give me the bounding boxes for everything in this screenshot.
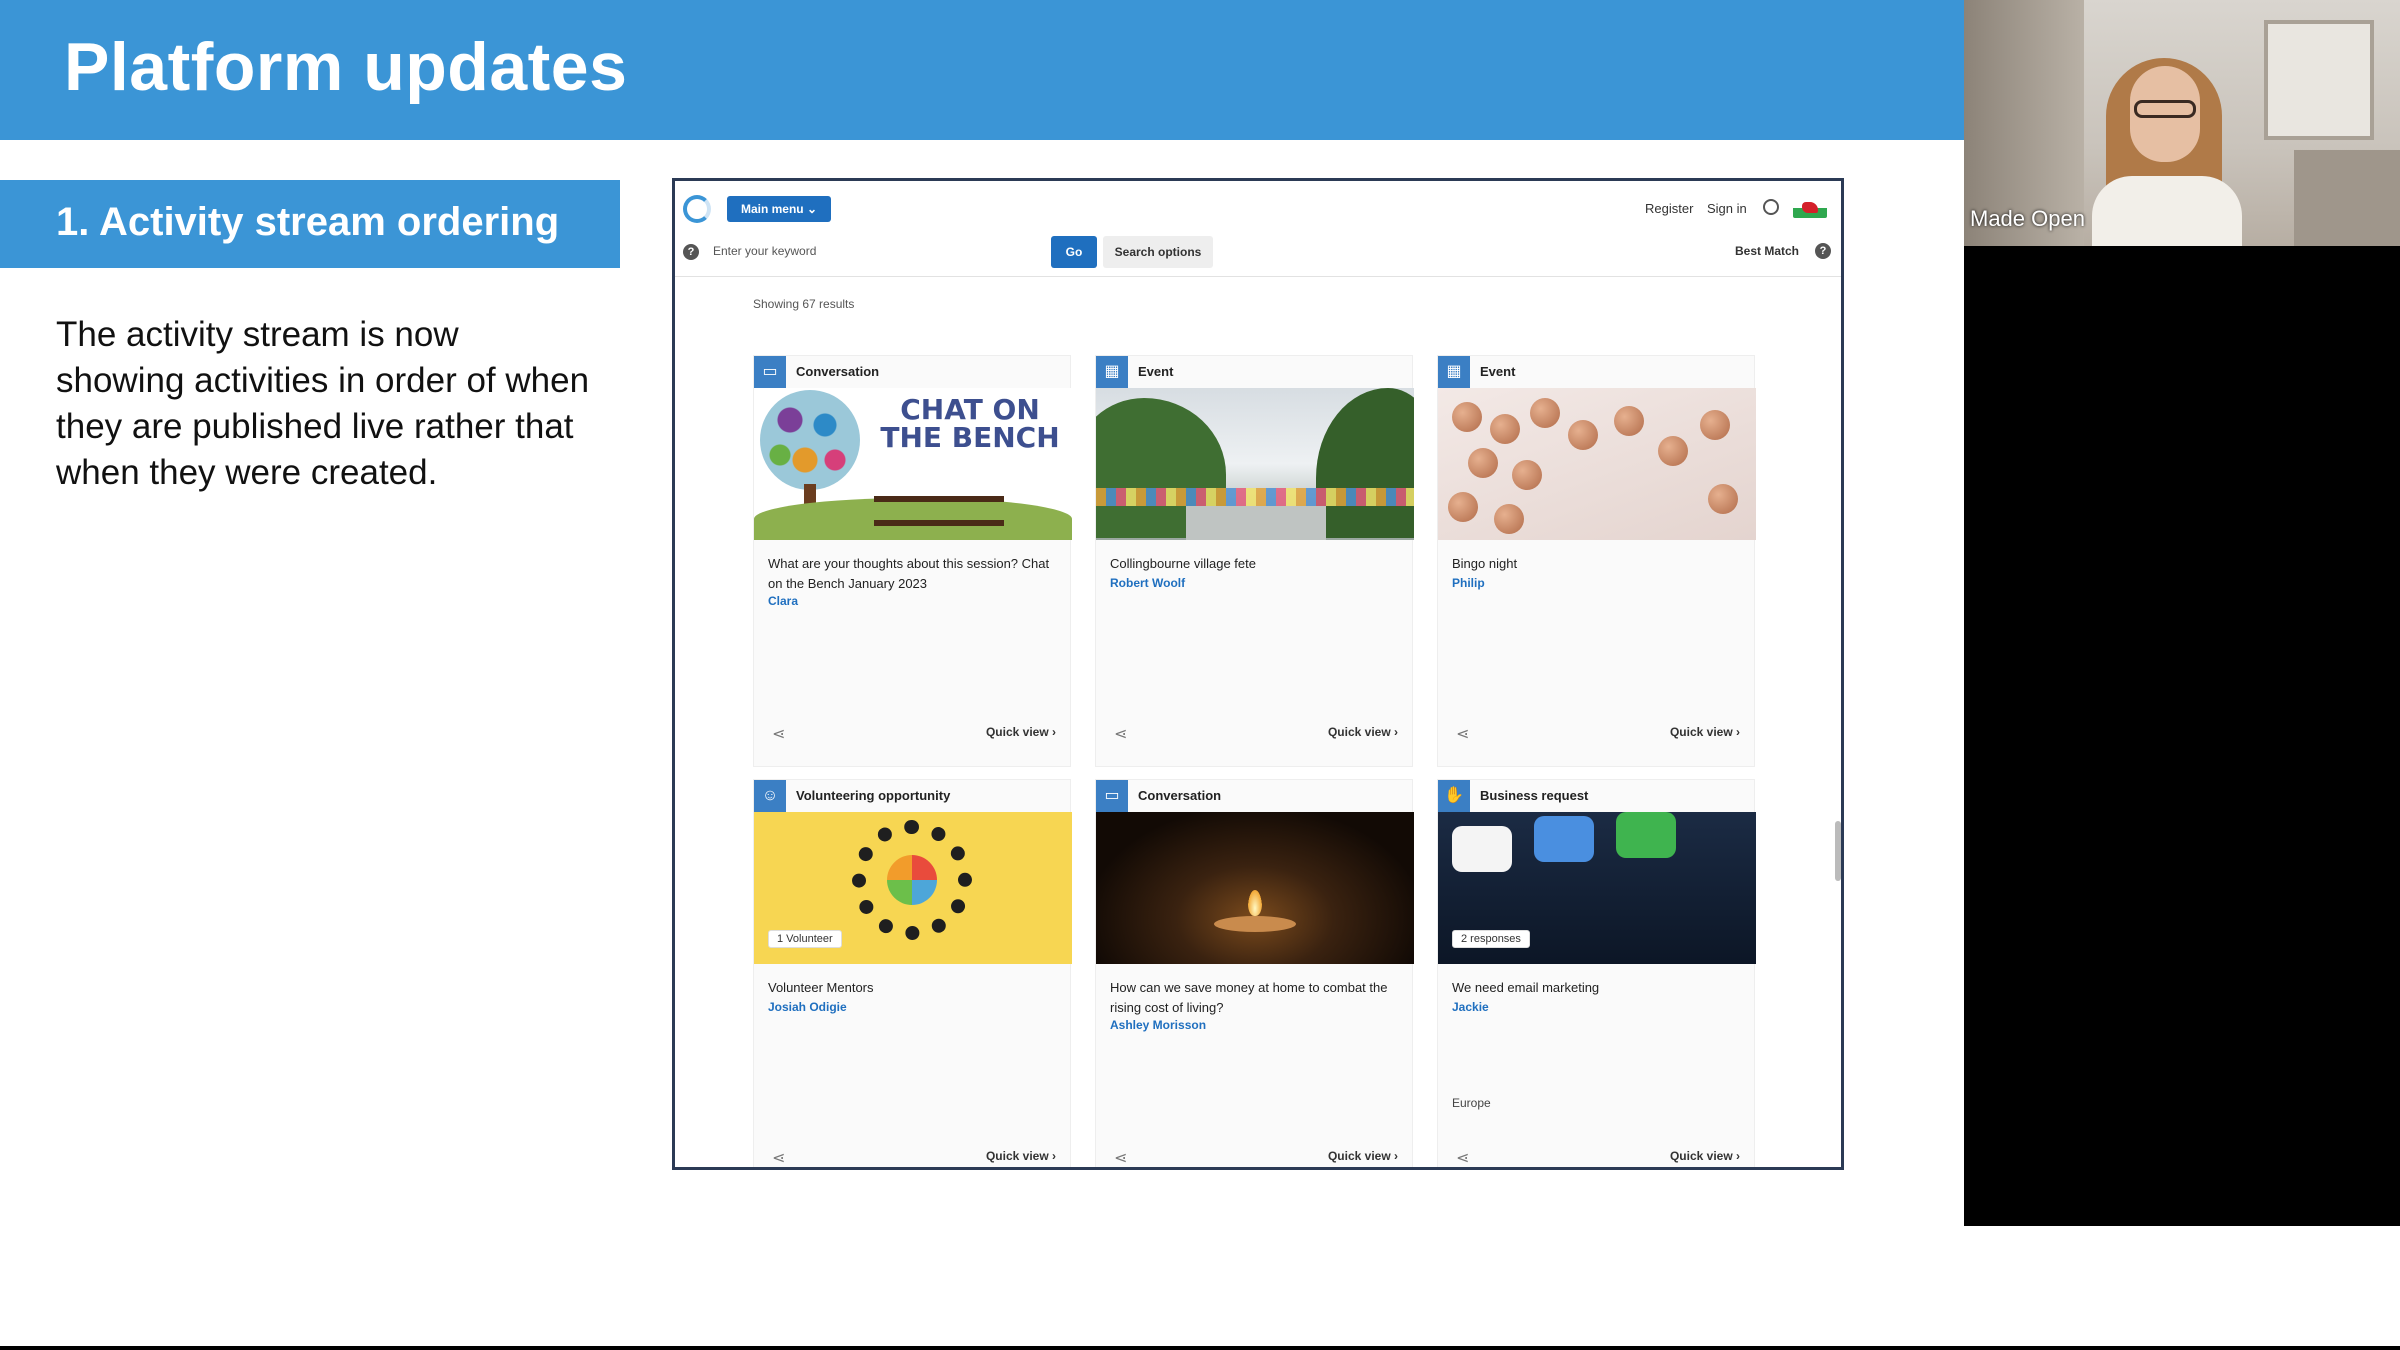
sort-help-icon[interactable]: ? (1815, 243, 1831, 259)
webcam-participant-name: Made Open (1970, 206, 2085, 231)
scrollbar[interactable] (1835, 821, 1841, 881)
card-image[interactable] (1438, 388, 1756, 540)
phone-app-icon (1616, 812, 1676, 858)
quick-view-button[interactable]: Quick view › (1300, 1142, 1398, 1167)
responses-badge: 2 responses (1452, 930, 1530, 948)
help-icon[interactable]: ? (683, 244, 699, 260)
card-title[interactable]: Volunteer Mentors (768, 978, 1058, 998)
card-type-label: Event (1480, 364, 1516, 379)
card-author[interactable]: Robert Woolf (1110, 576, 1185, 590)
card-image[interactable]: 2 responses (1438, 812, 1756, 964)
mail-app-icon (1534, 816, 1594, 862)
quick-view-button[interactable]: Quick view › (1300, 718, 1398, 746)
card-image[interactable] (1096, 388, 1414, 540)
calendar-icon: ▦ (1096, 356, 1128, 388)
webcam-video: Made Open (1964, 0, 2400, 246)
sort-select[interactable]: Best Match (1735, 244, 1799, 258)
main-menu-button[interactable]: Main menu ⌄ (727, 196, 831, 222)
share-icon[interactable]: ⋖ (1114, 1148, 1127, 1167)
slide-header: Platform updates (0, 0, 1964, 140)
card-title[interactable]: How can we save money at home to combat … (1110, 978, 1400, 1018)
welsh-flag-icon[interactable] (1793, 198, 1827, 218)
quick-view-button[interactable]: Quick view › (958, 1142, 1056, 1167)
results-count: Showing 67 results (753, 297, 855, 311)
card-type-label: Event (1138, 364, 1174, 379)
share-icon[interactable]: ⋖ (1114, 724, 1127, 744)
go-button[interactable]: Go (1051, 236, 1097, 268)
share-icon[interactable]: ⋖ (772, 1148, 785, 1167)
activity-card[interactable]: ▦ Event Collingbourne village fete Rober… (1095, 355, 1414, 767)
app-logo-icon[interactable] (683, 195, 711, 223)
slide-title: Platform updates (64, 29, 628, 105)
volunteer-count-badge: 1 Volunteer (768, 930, 842, 948)
card-type-label: Business request (1480, 788, 1589, 803)
webcam-panel: Made Open (1964, 0, 2400, 1226)
share-icon[interactable]: ⋖ (772, 724, 785, 744)
card-author[interactable]: Jackie (1452, 1000, 1489, 1014)
activity-card[interactable]: ▭ Conversation CHAT ON THE BENCH What ar… (753, 355, 1072, 767)
app-header: Main menu ⌄ Register Sign in ? Go Search… (675, 181, 1841, 277)
card-author[interactable]: Philip (1452, 576, 1485, 590)
card-title[interactable]: We need email marketing (1452, 978, 1742, 998)
card-image[interactable]: CHAT ON THE BENCH (754, 388, 1072, 540)
quick-view-button[interactable]: Quick view › (958, 718, 1056, 746)
card-type-label: Volunteering opportunity (796, 788, 951, 803)
card-image[interactable]: 1 Volunteer (754, 812, 1072, 964)
activity-card[interactable]: ✋ Business request 2 responses We need e… (1437, 779, 1756, 1167)
activity-card[interactable]: ☺ Volunteering opportunity 1 Volunteer V… (753, 779, 1072, 1167)
card-author[interactable]: Ashley Morisson (1110, 1018, 1206, 1032)
card-author[interactable]: Josiah Odigie (768, 1000, 847, 1014)
card-image[interactable] (1096, 812, 1414, 964)
body-text: The activity stream is now showing activ… (56, 315, 590, 492)
card-title[interactable]: Collingbourne village fete (1110, 554, 1400, 574)
section-band: 1. Activity stream ordering (0, 180, 620, 268)
signin-link[interactable]: Sign in (1707, 201, 1747, 216)
card-type-label: Conversation (1138, 788, 1222, 803)
card-image-text: CHAT ON THE BENCH (880, 393, 1060, 454)
search-input[interactable] (709, 236, 1069, 266)
app-screenshot: Main menu ⌄ Register Sign in ? Go Search… (672, 178, 1844, 1170)
activity-card[interactable]: ▭ Conversation How can we save money at … (1095, 779, 1414, 1167)
card-title[interactable]: What are your thoughts about this sessio… (768, 554, 1058, 594)
card-location: Europe (1452, 1096, 1491, 1110)
search-options-button[interactable]: Search options (1103, 236, 1213, 268)
register-link[interactable]: Register (1645, 201, 1693, 216)
card-title[interactable]: Bingo night (1452, 554, 1742, 574)
conversation-icon: ▭ (754, 356, 786, 388)
share-icon[interactable]: ⋖ (1456, 724, 1469, 744)
conversation-icon: ▭ (1096, 780, 1128, 812)
share-icon[interactable]: ⋖ (1456, 1148, 1469, 1167)
quick-view-button[interactable]: Quick view › (1642, 718, 1740, 746)
quick-view-button[interactable]: Quick view › (1642, 1142, 1740, 1167)
handshake-icon: ✋ (1438, 780, 1470, 812)
volunteer-icon: ☺ (754, 780, 786, 812)
card-author[interactable]: Clara (768, 594, 798, 608)
search-icon[interactable] (1763, 199, 1779, 215)
calendar-icon: ▦ (1438, 356, 1470, 388)
google-app-icon (1452, 826, 1512, 872)
section-title: 1. Activity stream ordering (56, 200, 560, 244)
card-type-label: Conversation (796, 364, 880, 379)
activity-card[interactable]: ▦ Event Bingo night Philip ⋖ Quick view … (1437, 355, 1756, 767)
puzzle-logo-icon (887, 855, 937, 905)
